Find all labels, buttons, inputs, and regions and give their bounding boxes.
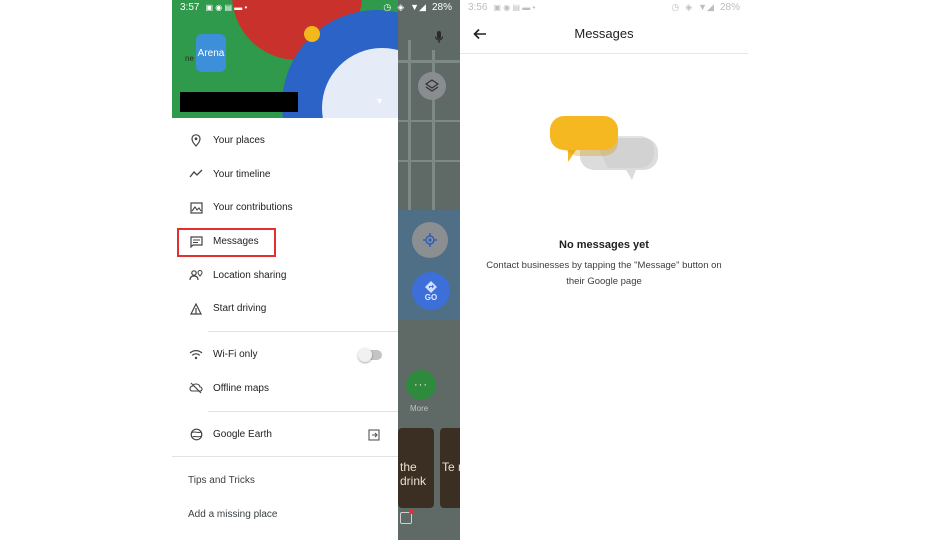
status-time: 3:57 [180, 1, 200, 13]
menu-item-offline-maps[interactable]: Offline maps [172, 372, 398, 406]
status-bar: 3:57 ▣ ◉ ▤ ▬ • ◷ ◈ ▼◢ 28% [172, 0, 460, 14]
status-time: 3:56 [468, 1, 488, 13]
location-sharing-icon [188, 267, 204, 283]
navigation-drawer: ne Arena ▾ Your places Your timeline You… [172, 0, 398, 540]
wifi-only-toggle[interactable] [358, 347, 382, 362]
avatar[interactable]: Arena [196, 34, 226, 72]
google-earth-icon [188, 427, 204, 443]
location-icon: ◈ [397, 1, 405, 12]
offline-maps-icon [188, 380, 204, 396]
menu-group-settings: Wi-Fi only Offline maps [172, 338, 398, 405]
battery-level: 28% [431, 1, 452, 13]
menu-item-label: Offline maps [213, 382, 269, 394]
back-arrow-icon [473, 28, 486, 40]
location-pin-icon [188, 133, 204, 149]
layers-icon [425, 79, 439, 92]
notification-icons: ▣ ◉ ▤ ▬ • [205, 2, 248, 12]
empty-state-description: Contact businesses by tapping the "Messa… [486, 260, 722, 287]
notification-icons: ▣ ◉ ▤ ▬ • [493, 2, 536, 12]
voice-search-icon[interactable] [430, 28, 448, 46]
my-location-button[interactable] [412, 222, 448, 258]
place-thumbnail-2[interactable]: Te re [440, 428, 460, 508]
wifi-signal-icon: ▼◢ [410, 1, 426, 12]
more-button[interactable]: ··· [406, 370, 436, 400]
menu-item-label: Location sharing [213, 269, 287, 281]
menu-group-apps: Google Earth [172, 418, 398, 452]
link-add-missing-place[interactable]: Add a missing place [172, 498, 398, 532]
more-label: More [410, 404, 429, 413]
avatar-prefix: ne [185, 54, 194, 63]
go-button[interactable]: GO [412, 272, 450, 310]
layers-button[interactable] [418, 72, 446, 100]
account-switcher-chevron-icon[interactable]: ▾ [377, 96, 382, 107]
menu-group-primary: Your places Your timeline Your contribut… [172, 124, 398, 326]
menu-item-messages[interactable]: Messages [172, 225, 398, 259]
empty-state-title: No messages yet [559, 239, 649, 251]
menu-item-label: Your timeline [213, 168, 271, 180]
app-bar: Messages [460, 14, 748, 54]
screenshot-stage: GO ··· More the drink Te re ne Arena [0, 0, 940, 540]
menu-item-your-timeline[interactable]: Your timeline [172, 158, 398, 192]
menu-divider [172, 456, 398, 457]
account-name-redacted [180, 92, 298, 112]
more-dots-icon: ··· [414, 379, 428, 391]
menu-item-label: Your places [213, 135, 265, 147]
status-bar: 3:56 ▣ ◉ ▤ ▬ • ◷ ◈ ▼◢ 28% [460, 0, 748, 14]
menu-item-start-driving[interactable]: Start driving [172, 292, 398, 326]
alarm-icon: ◷ [383, 1, 392, 12]
drawer-header: ne Arena ▾ [172, 0, 398, 118]
battery-level: 28% [719, 1, 740, 13]
menu-divider [208, 331, 398, 332]
messages-icon [188, 234, 204, 250]
location-icon: ◈ [685, 1, 693, 12]
notification-dot [409, 509, 414, 514]
left-phone-screen: GO ··· More the drink Te re ne Arena [172, 0, 460, 540]
drawer-footer-links: Tips and Tricks Add a missing place [172, 464, 398, 531]
map-background: GO ··· More the drink Te re [398, 0, 460, 540]
menu-item-location-sharing[interactable]: Location sharing [172, 258, 398, 292]
crosshair-icon [423, 233, 437, 247]
driving-icon [188, 301, 204, 317]
wifi-icon [188, 347, 204, 363]
menu-divider [208, 411, 398, 412]
contributions-icon [188, 200, 204, 216]
timeline-icon [188, 166, 204, 182]
menu-item-google-earth[interactable]: Google Earth [172, 418, 398, 452]
back-button[interactable] [470, 24, 490, 44]
alarm-icon: ◷ [671, 1, 680, 12]
menu-item-wifi-only[interactable]: Wi-Fi only [172, 338, 398, 372]
menu-item-label: Messages [213, 236, 259, 248]
menu-item-label: Start driving [213, 303, 267, 315]
link-tips-and-tricks[interactable]: Tips and Tricks [172, 464, 398, 498]
place-thumbnail-1[interactable]: the drink [398, 428, 434, 508]
directions-icon [425, 280, 437, 293]
menu-item-label: Your contributions [213, 202, 293, 214]
open-external-icon [368, 429, 380, 444]
wifi-signal-icon: ▼◢ [698, 1, 714, 12]
menu-item-your-contributions[interactable]: Your contributions [172, 191, 398, 225]
page-title: Messages [574, 26, 634, 41]
go-label: GO [424, 292, 438, 302]
menu-item-your-places[interactable]: Your places [172, 124, 398, 158]
chat-bubbles-illustration [550, 116, 658, 180]
right-phone-screen: 3:56 ▣ ◉ ▤ ▬ • ◷ ◈ ▼◢ 28% Messages No me… [460, 0, 748, 540]
